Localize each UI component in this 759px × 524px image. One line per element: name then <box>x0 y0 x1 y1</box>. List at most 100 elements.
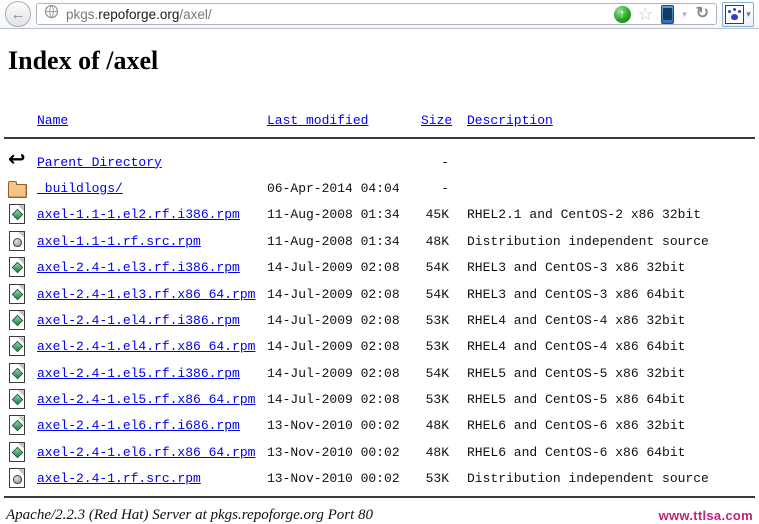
folder-icon <box>8 177 28 200</box>
size-cell: 53K <box>425 392 449 408</box>
file-link[interactable]: axel-2.4-1.el3.rf.x86_64.rpm <box>37 287 255 302</box>
page-footer: Apache/2.2.3 (Red Hat) Server at pkgs.re… <box>0 507 759 524</box>
file-link[interactable]: axel-2.4-1.el3.rf.i386.rpm <box>37 260 240 275</box>
rpm-file-icon <box>8 335 28 358</box>
url-subdomain: pkgs. <box>66 6 99 22</box>
src-file-icon <box>8 467 28 490</box>
url-domain: repoforge.org <box>98 6 180 22</box>
rpm-file-icon <box>8 362 28 385</box>
table-row: axel-2.4-1.rf.src.rpm 13-Nov-2010 00:02 … <box>0 466 759 492</box>
addon-button[interactable]: ▾ <box>722 1 754 27</box>
src-file-icon <box>8 230 28 253</box>
description-cell: RHEL5 and CentOS-5 x86 32bit <box>467 365 686 381</box>
table-row: Parent Directory - <box>0 149 759 175</box>
table-row: axel-2.4-1.el3.rf.x86_64.rpm 14-Jul-2009… <box>0 281 759 307</box>
page-title: Index of /axel <box>8 46 159 75</box>
modified-cell: 11-Aug-2008 01:34 <box>267 207 400 223</box>
description-cell: RHEL3 and CentOS-3 x86 64bit <box>467 286 686 302</box>
watermark: www.ttlsa.com <box>658 507 753 523</box>
globe-icon <box>44 4 59 24</box>
description-cell: RHEL2.1 and CentOS-2 x86 32bit <box>467 207 702 223</box>
reload-icon[interactable]: ↻ <box>696 6 709 22</box>
size-cell: 53K <box>425 312 449 328</box>
server-signature: Apache/2.2.3 (Red Hat) Server at pkgs.re… <box>6 506 374 523</box>
size-cell: 48K <box>425 418 449 434</box>
description-cell: RHEL4 and CentOS-4 x86 64bit <box>467 339 686 355</box>
size-cell: 54K <box>425 365 449 381</box>
listing-header: Name Last modified Size Description <box>0 109 759 132</box>
rpm-file-icon <box>8 441 28 464</box>
footer-rule <box>4 495 755 498</box>
listing-rows: Parent Directory - _buildlogs/ 06-Apr-20… <box>0 149 759 492</box>
modified-cell: 13-Nov-2010 00:02 <box>267 418 400 434</box>
table-row: axel-2.4-1.el4.rf.i386.rpm 14-Jul-2009 0… <box>0 307 759 333</box>
modified-cell: 13-Nov-2010 00:02 <box>267 471 400 487</box>
rpm-file-icon <box>8 283 28 306</box>
table-row: axel-2.4-1.el5.rf.i386.rpm 14-Jul-2009 0… <box>0 360 759 386</box>
modified-cell: 14-Jul-2009 02:08 <box>267 312 400 328</box>
size-cell: 48K <box>425 233 449 249</box>
table-row: axel-2.4-1.el3.rf.i386.rpm 14-Jul-2009 0… <box>0 254 759 280</box>
mobile-device-icon[interactable] <box>660 4 674 24</box>
header-rule <box>4 136 755 139</box>
size-cell: 54K <box>425 286 449 302</box>
back-button[interactable]: ← <box>5 1 31 27</box>
description-cell: RHEL4 and CentOS-4 x86 32bit <box>467 312 686 328</box>
size-cell: 48K <box>425 444 449 460</box>
size-cell: 53K <box>425 339 449 355</box>
file-link[interactable]: axel-1.1-1.el2.rf.i386.rpm <box>37 207 240 222</box>
dropdown-arrow-icon[interactable]: ▼ <box>681 10 689 19</box>
sort-description-link[interactable]: Description <box>467 113 553 128</box>
table-row: axel-2.4-1.el6.rf.x86_64.rpm 13-Nov-2010… <box>0 439 759 465</box>
description-cell: RHEL3 and CentOS-3 x86 32bit <box>467 260 686 276</box>
addon-caret-icon: ▾ <box>746 8 751 19</box>
table-row: axel-2.4-1.el5.rf.x86_64.rpm 14-Jul-2009… <box>0 386 759 412</box>
size-cell: 54K <box>425 260 449 276</box>
modified-cell: 06-Apr-2014 04:04 <box>267 180 400 196</box>
file-link[interactable]: Parent Directory <box>37 155 162 170</box>
rpm-file-icon <box>8 256 28 279</box>
file-link[interactable]: axel-2.4-1.el5.rf.x86_64.rpm <box>37 392 255 407</box>
rpm-file-icon <box>8 203 28 226</box>
size-cell: - <box>441 180 449 196</box>
description-cell: RHEL5 and CentOS-5 x86 64bit <box>467 392 686 408</box>
size-cell: - <box>441 154 449 170</box>
url-path: /axel/ <box>179 6 212 22</box>
rpm-file-icon <box>8 414 28 437</box>
modified-cell: 13-Nov-2010 00:02 <box>267 444 400 460</box>
rpm-file-icon <box>8 309 28 332</box>
modified-cell: 14-Jul-2009 02:08 <box>267 286 400 302</box>
paw-icon <box>725 4 745 24</box>
url-text[interactable]: pkgs.repoforge.org/axel/ <box>66 7 212 22</box>
description-cell: RHEL6 and CentOS-6 x86 64bit <box>467 444 686 460</box>
icon-column-spacer <box>8 109 28 132</box>
table-row: axel-1.1-1.el2.rf.i386.rpm 11-Aug-2008 0… <box>0 202 759 228</box>
sort-size-link[interactable]: Size <box>421 113 452 128</box>
address-bar[interactable]: pkgs.repoforge.org/axel/ ↑ ☆ ▼ ↻ <box>36 3 717 25</box>
file-link[interactable]: axel-2.4-1.el5.rf.i386.rpm <box>37 366 240 381</box>
file-link[interactable]: axel-2.4-1.el6.rf.i686.rpm <box>37 418 240 433</box>
bookmark-star-icon[interactable]: ☆ <box>638 5 654 23</box>
modified-cell: 11-Aug-2008 01:34 <box>267 233 400 249</box>
sort-modified-link[interactable]: Last modified <box>267 113 368 128</box>
description-cell: RHEL6 and CentOS-6 x86 32bit <box>467 418 686 434</box>
file-link[interactable]: _buildlogs/ <box>37 181 123 196</box>
rpm-file-icon <box>8 388 28 411</box>
back-icon: ← <box>10 5 26 23</box>
file-link[interactable]: axel-2.4-1.rf.src.rpm <box>37 471 201 486</box>
file-link[interactable]: axel-2.4-1.el6.rf.x86_64.rpm <box>37 445 255 460</box>
file-link[interactable]: axel-1.1-1.rf.src.rpm <box>37 234 201 249</box>
back-arrow-icon <box>8 151 28 174</box>
size-cell: 53K <box>425 471 449 487</box>
file-link[interactable]: axel-2.4-1.el4.rf.x86_64.rpm <box>37 339 255 354</box>
browser-toolbar: ← pkgs.repoforge.org/axel/ ↑ ☆ ▼ ↻ ▾ <box>0 0 759 29</box>
modified-cell: 14-Jul-2009 02:08 <box>267 260 400 276</box>
download-arrow-icon[interactable]: ↑ <box>613 5 631 23</box>
sort-name-link[interactable]: Name <box>37 113 68 128</box>
modified-cell: 14-Jul-2009 02:08 <box>267 392 400 408</box>
table-row: axel-2.4-1.el6.rf.i686.rpm 13-Nov-2010 0… <box>0 413 759 439</box>
table-row: axel-2.4-1.el4.rf.x86_64.rpm 14-Jul-2009… <box>0 334 759 360</box>
description-cell: Distribution independent source <box>467 471 709 487</box>
modified-cell: 14-Jul-2009 02:08 <box>267 365 400 381</box>
file-link[interactable]: axel-2.4-1.el4.rf.i386.rpm <box>37 313 240 328</box>
